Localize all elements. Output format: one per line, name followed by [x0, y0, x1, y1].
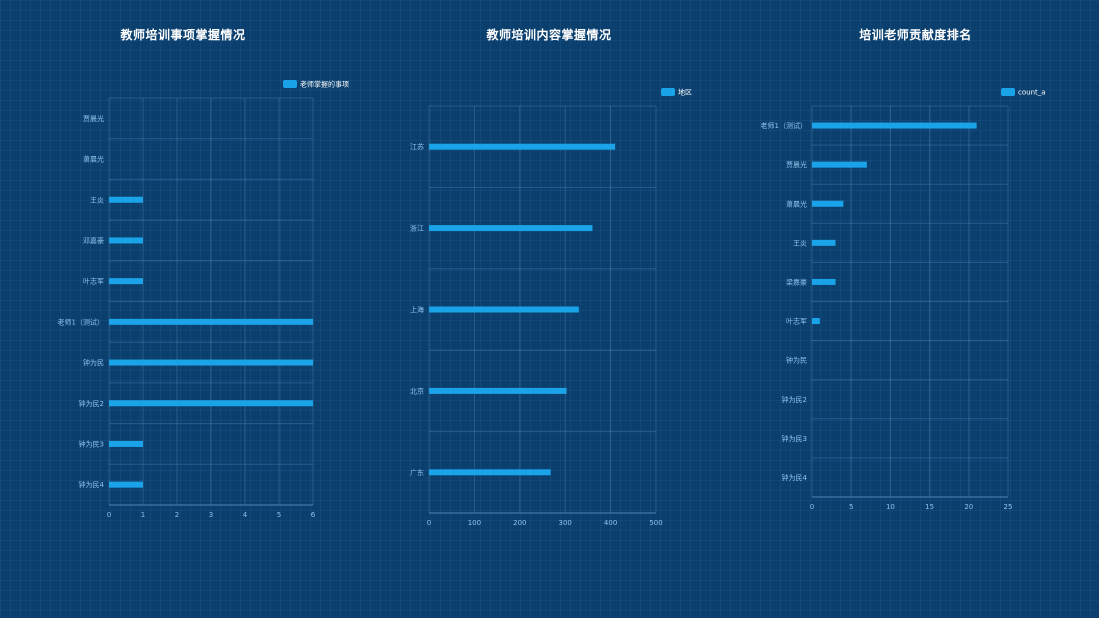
category-label: 邓嘉豪	[83, 236, 104, 245]
bar	[109, 440, 143, 447]
bar	[429, 306, 579, 313]
x-tick-label: 15	[925, 503, 934, 511]
category-label: 萧晨光	[786, 199, 807, 208]
category-label: 钟为民3	[782, 434, 807, 443]
category-label: 贾晨光	[83, 114, 104, 123]
bar	[812, 318, 820, 325]
x-tick-label: 4	[243, 511, 248, 519]
legend-swatch	[1001, 88, 1015, 96]
category-label: 钟为民2	[79, 399, 104, 408]
x-tick-label: 0	[107, 511, 111, 519]
category-label: 上海	[410, 305, 424, 314]
x-tick-label: 2	[175, 511, 179, 519]
legend-label: 老师掌握的事项	[300, 80, 349, 89]
bar	[109, 481, 143, 488]
bar	[429, 225, 593, 232]
category-label: 梁嘉豪	[786, 277, 807, 286]
x-tick-label: 300	[559, 519, 572, 527]
legend-swatch	[283, 80, 297, 88]
bar	[812, 239, 836, 246]
x-tick-label: 0	[427, 519, 431, 527]
category-label: 钟为民	[786, 356, 807, 365]
category-label: 江苏	[410, 142, 424, 151]
x-tick-label: 1	[141, 511, 145, 519]
x-tick-label: 6	[311, 511, 316, 519]
category-label: 浙江	[410, 224, 424, 233]
category-label: 钟为民	[83, 358, 104, 367]
bar	[429, 143, 616, 150]
bar-chart-region-content: 0 100 200 300 400 500 江苏浙江上海北京广东 地区	[410, 88, 692, 528]
x-tick-label: 10	[886, 503, 895, 511]
category-label: 叶志军	[83, 277, 104, 286]
category-label: 钟为民4	[782, 473, 808, 482]
bar	[812, 200, 844, 207]
legend-label: count_a	[1018, 89, 1046, 97]
legend-swatch	[661, 88, 675, 96]
bar	[429, 387, 567, 394]
category-label: 贾晨光	[786, 160, 807, 169]
bar	[109, 400, 313, 407]
bar	[109, 196, 143, 203]
bar	[109, 237, 143, 244]
bar	[109, 359, 313, 366]
x-tick-label: 500	[649, 519, 662, 527]
bar-chart-contribution-ranking: 0 5 10 15 20 25 老师1（测试） 贾晨光萧晨光王炎梁嘉豪叶志军钟为民钟为民2 钟为…	[761, 88, 1046, 511]
category-label: 王炎	[90, 196, 104, 204]
bar	[812, 122, 977, 129]
x-tick-label: 5	[849, 503, 853, 511]
category-label: 老师1（测试）	[761, 121, 807, 130]
category-label: 老师1（测试）	[58, 317, 104, 326]
category-label: 叶志军	[786, 317, 807, 326]
category-label: 钟为民2	[782, 395, 807, 404]
category-label: 钟为民3	[79, 439, 104, 448]
bar	[109, 318, 313, 325]
chart-panel-3: 培训老师贡献度排名 0 5 10 15 20 25 老师1（测试） 贾晨光 萧晨光 王炎 梁嘉豪 叶志…	[732, 0, 1099, 618]
category-label: 王炎	[793, 239, 807, 247]
x-tick-label: 400	[604, 519, 617, 527]
category-label: 北京	[410, 386, 424, 395]
category-label: 钟为民4	[79, 480, 105, 489]
chart-panel-2: 教师培训内容掌握情况 0 100 200 300 400 500 江苏 浙江 上海 北京 广东 地区	[366, 0, 732, 618]
x-tick-label: 3	[209, 511, 213, 519]
x-tick-label: 0	[810, 503, 814, 511]
bar	[812, 161, 867, 168]
bar-chart-teacher-items: 0 1 2 3 4 5 6 贾晨光萧晨光王炎邓嘉豪叶志军老师1（测试） 钟为民钟为民2 钟为民3 钟…	[58, 80, 349, 520]
chart-panel-1: 教师培训事项掌握情况 0 1 2 3 4 5 6 贾晨光 萧晨光 王炎 邓嘉豪 叶志军 老师1（测试）钟…	[0, 0, 366, 618]
category-label: 广东	[410, 468, 424, 477]
x-tick-label: 100	[468, 519, 481, 527]
x-tick-label: 20	[964, 503, 973, 511]
bar	[812, 278, 836, 285]
x-tick-label: 25	[1004, 503, 1013, 511]
bar	[109, 278, 143, 285]
category-label: 萧晨光	[83, 155, 104, 164]
x-tick-label: 5	[277, 511, 281, 519]
bar	[429, 469, 551, 476]
x-tick-label: 200	[513, 519, 526, 527]
legend-label: 地区	[678, 88, 692, 97]
